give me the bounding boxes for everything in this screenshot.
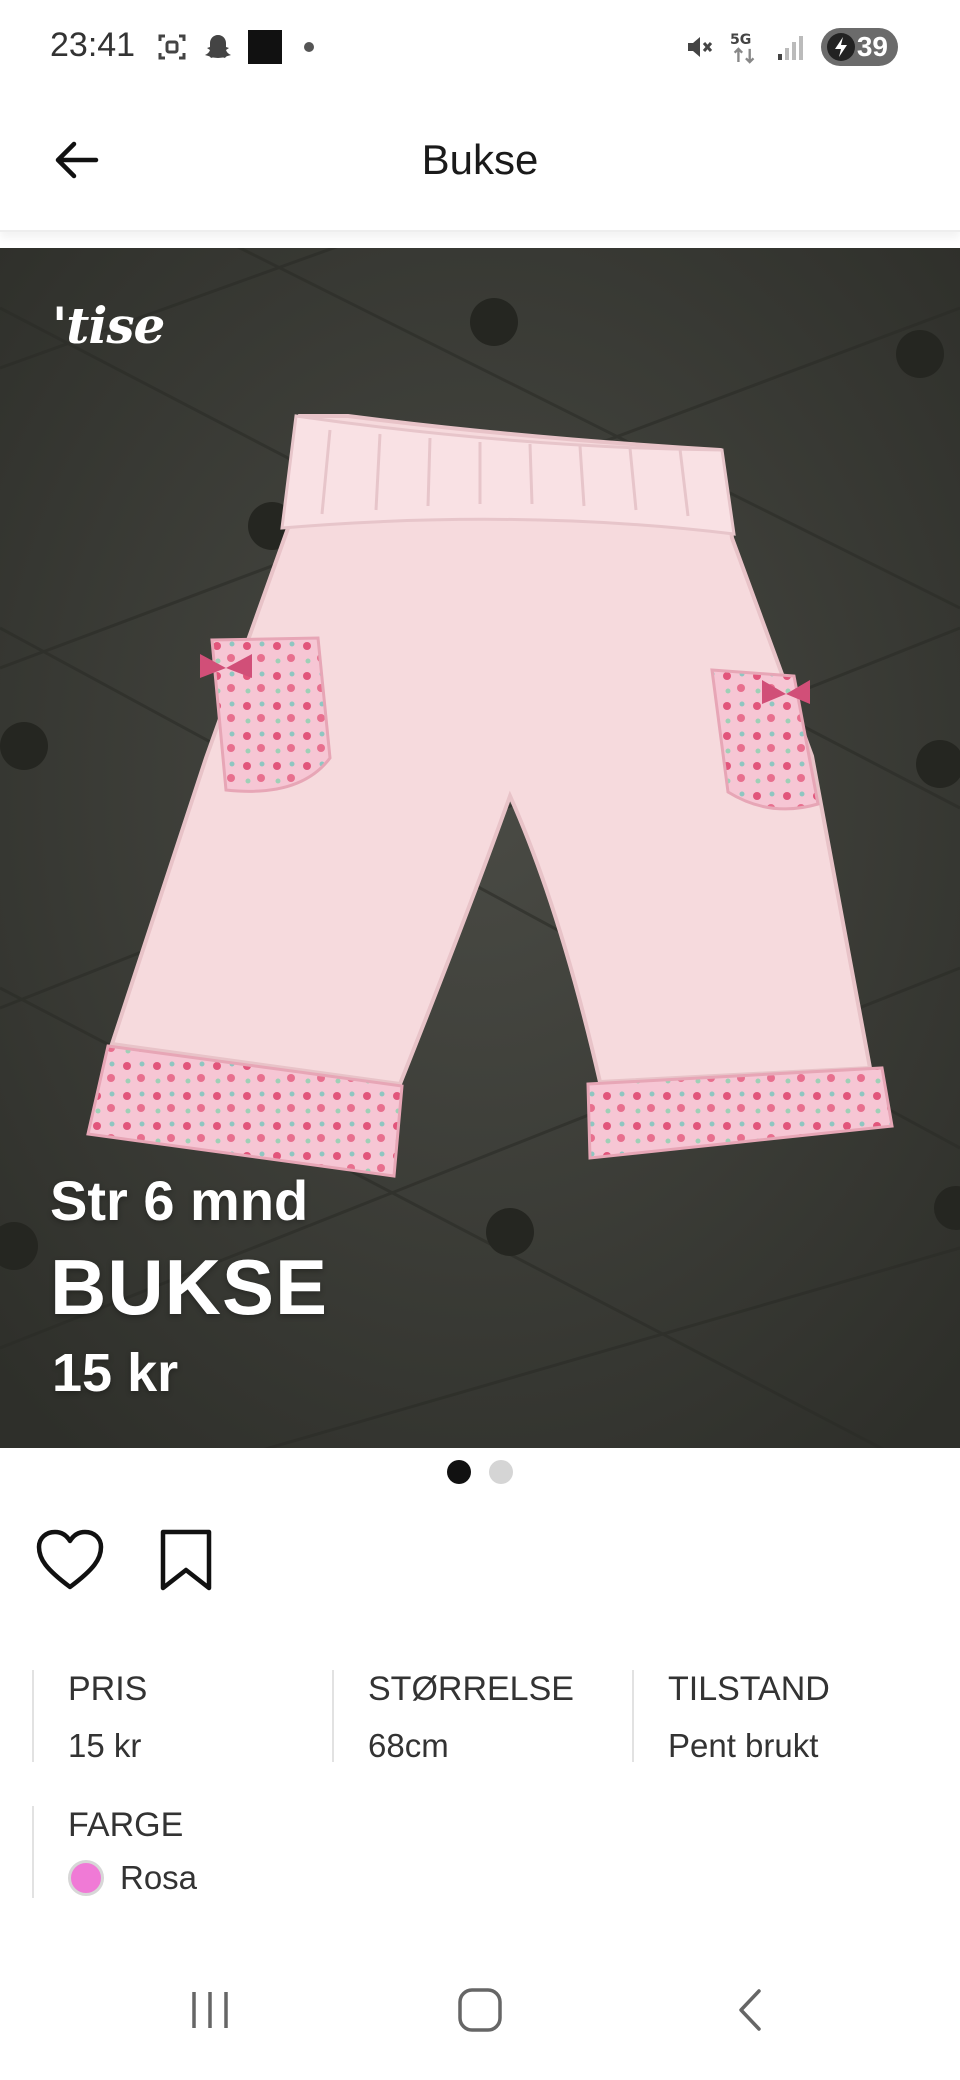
color-label: FARGE [68, 1806, 184, 1844]
battery-icon: 39 [820, 28, 898, 66]
back-chevron-icon [739, 1989, 761, 2031]
detail-condition: TILSTAND Pent brukt [632, 1670, 932, 1764]
product-details: PRIS 15 kr STØRRELSE 68cm TILSTAND Pent … [32, 1670, 932, 1898]
photo-title-overlay: BUKSE [50, 1243, 329, 1331]
5g-icon: 5G [729, 31, 761, 64]
network-type-label: 5G [730, 32, 751, 48]
carousel-indicator [0, 1460, 960, 1484]
recent-apps-icon [192, 1992, 228, 2028]
page-title: Bukse [421, 136, 539, 183]
condition-label: TILSTAND [668, 1670, 830, 1708]
mute-icon [683, 31, 715, 63]
status-icons-right: 5G 39 [683, 28, 898, 66]
carousel-dot[interactable] [489, 1460, 513, 1484]
condition-value: Pent brukt [668, 1727, 819, 1764]
status-icons-left [156, 30, 314, 64]
app-header: Bukse [0, 100, 960, 232]
like-button[interactable] [34, 1524, 106, 1596]
bookmark-icon [160, 1529, 212, 1591]
product-photo[interactable]: 'tise Str 6 mnd BUKSE 15 kr [0, 248, 960, 1448]
save-button[interactable] [150, 1524, 222, 1596]
price-value: 15 kr [68, 1727, 142, 1764]
color-swatch [68, 1860, 104, 1896]
brand-logo: 'tise [52, 296, 165, 355]
details-row: PRIS 15 kr STØRRELSE 68cm TILSTAND Pent … [32, 1670, 932, 1764]
notification-dot-icon [304, 42, 314, 52]
home-button[interactable] [440, 1978, 520, 2042]
signal-icon [775, 31, 807, 63]
detail-color: FARGE Rosa [32, 1806, 352, 1898]
size-label: STØRRELSE [368, 1670, 574, 1708]
home-icon [458, 1988, 502, 2032]
details-row: FARGE Rosa [32, 1806, 932, 1898]
photo-price-overlay: 15 kr [52, 1343, 179, 1403]
carousel-dot-active[interactable] [447, 1460, 471, 1484]
color-value: Rosa [120, 1859, 198, 1896]
size-value: 68cm [368, 1727, 449, 1764]
back-nav-button[interactable] [710, 1978, 790, 2042]
screenshot-icon [156, 31, 188, 63]
price-label: PRIS [68, 1670, 148, 1708]
charging-bolt-icon [826, 33, 855, 61]
system-nav-bar [0, 1960, 960, 2060]
recent-apps-button[interactable] [170, 1978, 250, 2042]
color-value-row: Rosa [68, 1859, 352, 1897]
status-bar: 23:41 5G 39 [0, 0, 960, 100]
detail-price: PRIS 15 kr [32, 1670, 332, 1764]
app-thumbnail-icon [248, 30, 282, 64]
action-bar [34, 1524, 222, 1596]
detail-size: STØRRELSE 68cm [332, 1670, 632, 1764]
snapchat-icon [202, 31, 234, 63]
battery-level: 39 [856, 31, 888, 62]
status-time: 23:41 [50, 26, 136, 64]
heart-icon [36, 1529, 104, 1590]
photo-size-overlay: Str 6 mnd [50, 1169, 309, 1232]
